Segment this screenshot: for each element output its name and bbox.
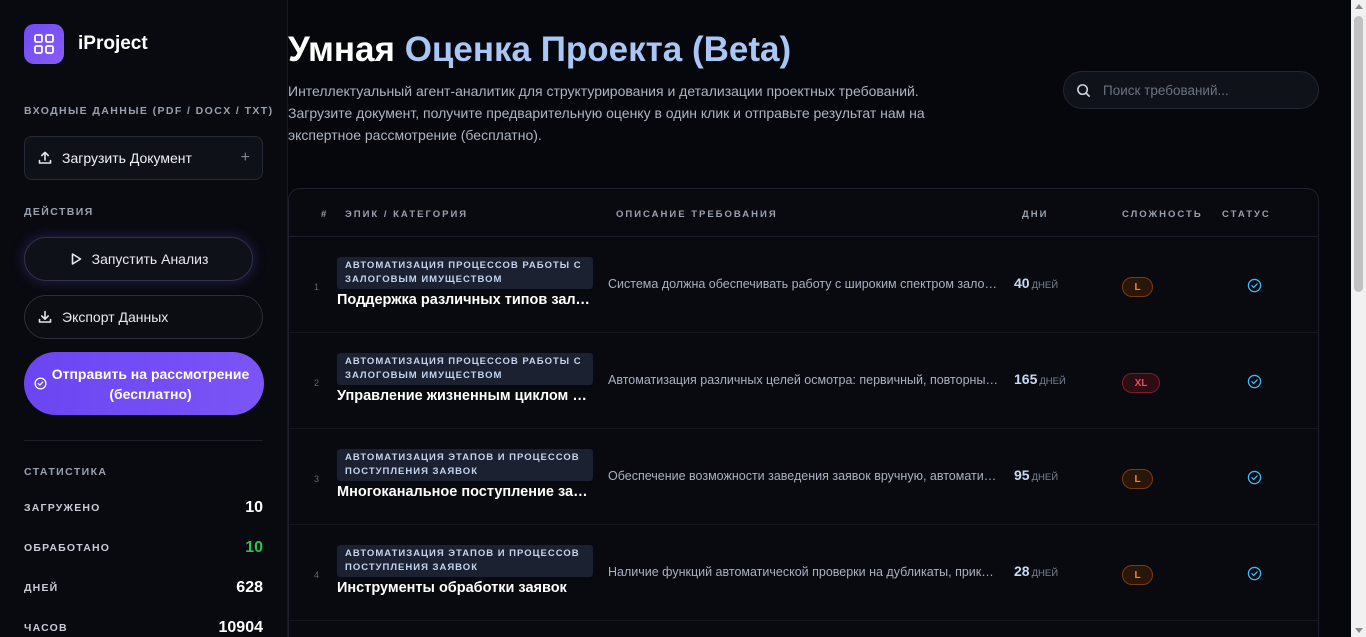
requirement-description: Система должна обеспечивать работу с шир…	[608, 277, 998, 291]
complexity-badge: L	[1122, 565, 1153, 585]
days-number: 95	[1014, 467, 1030, 483]
page-title-part3: (Beta)	[691, 30, 792, 69]
row-number: 1	[314, 282, 320, 292]
scroll-down-arrow-icon[interactable]	[1355, 628, 1363, 633]
upload-document-label: Загрузить Документ	[62, 150, 192, 166]
stat-hours: ЧАСОВ 10904	[24, 619, 263, 637]
page-subtitle: Интеллектуальный агент-аналитик для стру…	[288, 83, 925, 143]
page-title: Умная Оценка Проекта (Beta)	[288, 30, 791, 70]
requirement-name: Поддержка различных типов залогового иму…	[337, 292, 593, 308]
stat-days-label: ДНЕЙ	[24, 582, 59, 594]
stats-section-label: СТАТИСТИКА	[24, 466, 108, 478]
col-header-days[interactable]: ДНИ	[1022, 209, 1048, 220]
send-for-review-label: Отправить на рассмотрение (бесплатно)	[47, 364, 254, 404]
days-unit: ДНЕЙ	[1031, 280, 1059, 291]
stat-hours-value: 10904	[218, 619, 264, 636]
download-icon	[38, 310, 52, 323]
col-header-status[interactable]: СТАТУС	[1222, 209, 1271, 220]
days-value: 40 ДНЕЙ	[1014, 275, 1058, 291]
days-number: 165	[1014, 371, 1038, 387]
actions-section-label: ДЕЙСТВИЯ	[24, 206, 94, 218]
send-for-review-line1: Отправить на рассмотрение	[51, 365, 250, 382]
days-value: 95 ДНЕЙ	[1014, 467, 1058, 483]
col-header-epic[interactable]: ЭПИК / КАТЕГОРИЯ	[345, 209, 468, 220]
search-icon	[1077, 83, 1090, 97]
days-unit: ДНЕЙ	[1039, 376, 1066, 387]
category-tag: АВТОМАТИЗАЦИЯ ПРОЦЕССОВ РАБОТЫ С ЗАЛОГОВ…	[337, 257, 593, 289]
stat-processed-label: ОБРАБОТАНО	[24, 542, 111, 554]
days-value: 28 ДНЕЙ	[1014, 563, 1058, 579]
brand[interactable]: iProject	[24, 24, 263, 64]
stat-days: ДНЕЙ 628	[24, 579, 263, 597]
scroll-up-arrow-icon[interactable]	[1355, 4, 1363, 9]
complexity-badge: L	[1122, 277, 1153, 297]
check-circle-icon	[34, 377, 47, 390]
category-tag: АВТОМАТИЗАЦИЯ ЭТАПОВ И ПРОЦЕССОВ ПОСТУПЛ…	[337, 449, 593, 481]
days-unit: ДНЕЙ	[1031, 472, 1059, 483]
run-analysis-label: Запустить Анализ	[91, 251, 209, 267]
check-circle-icon	[1247, 374, 1262, 389]
row-number: 3	[314, 474, 320, 484]
col-header-num: #	[321, 209, 329, 220]
requirement-description: Наличие функций автоматической проверки …	[608, 565, 998, 579]
table-row[interactable]: 1 АВТОМАТИЗАЦИЯ ПРОЦЕССОВ РАБОТЫ С ЗАЛОГ…	[289, 237, 1318, 333]
check-circle-icon	[1247, 470, 1262, 485]
page-title-part1: Умная	[288, 30, 395, 69]
days-number: 40	[1014, 275, 1030, 291]
stat-loaded: ЗАГРУЖЕНО 10	[24, 499, 263, 517]
stat-loaded-value: 10	[245, 499, 263, 516]
export-data-label: Экспорт Данных	[62, 309, 169, 325]
stat-processed-value: 10	[245, 539, 263, 556]
category-tag: АВТОМАТИЗАЦИЯ ПРОЦЕССОВ РАБОТЫ С ЗАЛОГОВ…	[337, 353, 593, 385]
plus-icon: +	[240, 149, 250, 166]
table-row[interactable]: 2 АВТОМАТИЗАЦИЯ ПРОЦЕССОВ РАБОТЫ С ЗАЛОГ…	[289, 333, 1318, 429]
table-row[interactable]: 3 АВТОМАТИЗАЦИЯ ЭТАПОВ И ПРОЦЕССОВ ПОСТУ…	[289, 429, 1318, 525]
days-unit: ДНЕЙ	[1031, 568, 1059, 579]
upload-icon	[38, 151, 52, 164]
requirements-table: # ЭПИК / КАТЕГОРИЯ ОПИСАНИЕ ТРЕБОВАНИЯ Д…	[288, 188, 1319, 637]
requirement-description: Автоматизация различных целей осмотра: п…	[608, 373, 998, 387]
run-analysis-button[interactable]: Запустить Анализ	[24, 237, 253, 281]
stat-days-value: 628	[236, 579, 263, 596]
stat-processed: ОБРАБОТАНО 10	[24, 539, 263, 557]
requirement-description: Обеспечение возможности заведения заявок…	[608, 469, 998, 483]
upload-document-button[interactable]: Загрузить Документ +	[24, 136, 263, 180]
page-title-part2: Оценка Проекта	[404, 30, 683, 69]
table-header: # ЭПИК / КАТЕГОРИЯ ОПИСАНИЕ ТРЕБОВАНИЯ Д…	[289, 189, 1318, 237]
row-number: 2	[314, 378, 320, 388]
check-circle-icon	[1247, 278, 1262, 293]
stat-hours-label: ЧАСОВ	[24, 622, 68, 634]
requirement-name: Управление жизненным циклом осмотров	[337, 388, 593, 404]
play-icon	[71, 253, 81, 265]
days-number: 28	[1014, 563, 1030, 579]
row-number: 4	[314, 570, 320, 580]
table-row[interactable]: 4 АВТОМАТИЗАЦИЯ ЭТАПОВ И ПРОЦЕССОВ ПОСТУ…	[289, 525, 1318, 621]
complexity-badge: L	[1122, 469, 1153, 489]
grid-layout-icon	[24, 24, 64, 64]
check-circle-icon	[1247, 566, 1262, 581]
search-input[interactable]	[1103, 82, 1306, 98]
sidebar-divider	[24, 440, 263, 441]
send-for-review-line2: (бесплатно)	[109, 385, 192, 402]
export-data-button[interactable]: Экспорт Данных	[24, 295, 263, 339]
page-scrollbar[interactable]	[1351, 0, 1366, 637]
complexity-badge: XL	[1122, 373, 1160, 393]
scrollbar-thumb[interactable]	[1354, 16, 1363, 292]
search-box[interactable]	[1063, 71, 1319, 109]
input-section-label: ВХОДНЫЕ ДАННЫЕ (PDF / DOCX / TXT)	[24, 105, 274, 117]
brand-name: iProject	[78, 33, 148, 54]
requirement-name: Инструменты обработки заявок	[337, 580, 567, 596]
col-header-complexity[interactable]: СЛОЖНОСТЬ	[1122, 209, 1203, 220]
stat-loaded-label: ЗАГРУЖЕНО	[24, 502, 101, 514]
requirement-name: Многоканальное поступление заявок	[337, 484, 593, 500]
send-for-review-button[interactable]: Отправить на рассмотрение (бесплатно)	[24, 352, 264, 415]
col-header-desc[interactable]: ОПИСАНИЕ ТРЕБОВАНИЯ	[616, 209, 778, 220]
days-value: 165 ДНЕЙ	[1014, 371, 1066, 387]
category-tag: АВТОМАТИЗАЦИЯ ЭТАПОВ И ПРОЦЕССОВ ПОСТУПЛ…	[337, 545, 593, 577]
